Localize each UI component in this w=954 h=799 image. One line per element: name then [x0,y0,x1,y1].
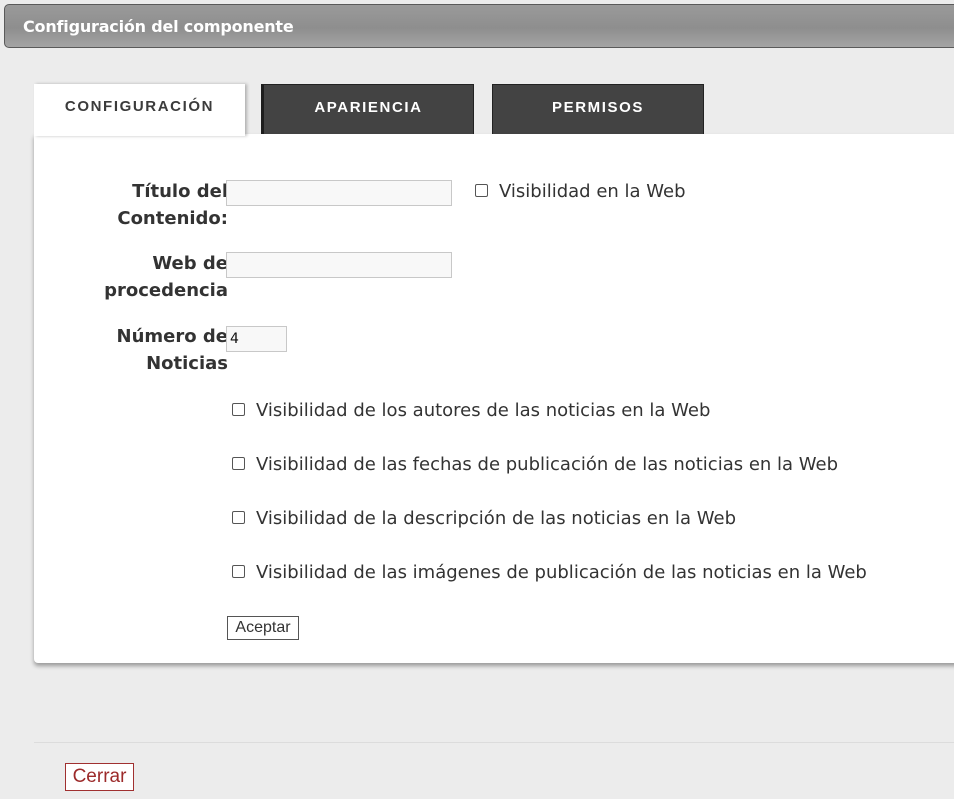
tab-apariencia[interactable]: APARIENCIA [261,84,474,134]
web-procedencia-label-line2: procedencia [104,280,228,301]
titulo-label-line1: Título del [132,181,228,202]
footer-divider [34,742,954,743]
dialog-title: Configuración del componente [23,17,294,36]
web-procedencia-label: Web de procedencia [104,250,228,304]
numero-noticias-label: Número de Noticias [117,323,228,377]
tab-permisos[interactable]: PERMISOS [492,84,704,134]
titulo-contenido-label: Título del Contenido: [117,178,228,232]
imagenes-checkbox[interactable] [232,565,245,578]
cerrar-button[interactable]: Cerrar [65,763,134,791]
imagenes-label: Visibilidad de las imágenes de publicaci… [256,562,867,583]
visibilidad-web-checkbox[interactable] [475,184,488,197]
numero-noticias-label-line2: Noticias [146,353,228,374]
configuration-panel: Título del Contenido: Visibilidad en la … [34,134,954,663]
dialog-header: Configuración del componente [4,4,954,48]
autores-label: Visibilidad de los autores de las notici… [256,400,711,421]
titulo-label-line2: Contenido: [117,208,228,229]
web-procedencia-input[interactable] [226,252,452,278]
numero-noticias-label-line1: Número de [116,326,228,347]
fechas-label: Visibilidad de las fechas de publicación… [256,454,839,475]
visibilidad-web-label: Visibilidad en la Web [499,181,686,202]
numero-noticias-input[interactable] [226,326,287,352]
web-procedencia-label-line1: Web de [152,253,228,274]
autores-checkbox[interactable] [232,403,245,416]
tab-configuracion[interactable]: CONFIGURACIÓN [34,84,245,136]
fechas-checkbox[interactable] [232,457,245,470]
descripcion-checkbox[interactable] [232,511,245,524]
titulo-contenido-input[interactable] [226,180,452,206]
descripcion-label: Visibilidad de la descripción de las not… [256,508,737,529]
aceptar-button[interactable]: Aceptar [227,616,299,640]
